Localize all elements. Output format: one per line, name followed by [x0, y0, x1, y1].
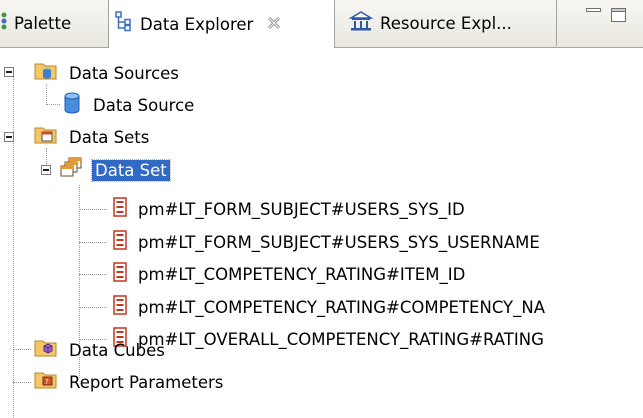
tab-label: Data Explorer [140, 14, 254, 34]
tree-item-data-source[interactable]: Data Source [62, 89, 197, 121]
tree-item-column[interactable]: pm#LT_COMPETENCY_RATING#ITEM_ID [113, 258, 468, 290]
resource-explorer-icon [348, 10, 374, 36]
collapse-toggle-data-set[interactable] [41, 165, 51, 175]
collapse-toggle-data-sources[interactable] [4, 67, 14, 77]
tree-connector [79, 209, 107, 210]
folder-data-sets-icon [34, 125, 58, 149]
tree-connector [13, 349, 31, 350]
tree-connector [13, 382, 31, 383]
folder-data-cubes-icon [34, 338, 58, 362]
database-icon [62, 92, 82, 118]
column-icon [113, 197, 127, 221]
tree-connector [13, 72, 14, 418]
column-icon [113, 262, 127, 286]
tree-item-label: Report Parameters [69, 372, 224, 392]
close-tab-icon[interactable] [267, 15, 281, 34]
tree-item-label: pm#LT_FORM_SUBJECT#USERS_SYS_ID [138, 199, 465, 219]
tree-item-column[interactable]: pm#LT_FORM_SUBJECT#USERS_SYS_USERNAME [113, 226, 543, 258]
tab-palette[interactable]: Palette [0, 0, 104, 46]
tree-connector [79, 242, 107, 243]
tree-connector [46, 104, 60, 105]
tree-item-column[interactable]: pm#LT_OVERALL_COMPETENCY_RATING#RATING [113, 323, 547, 355]
tree-item-label: Data Sets [69, 127, 150, 147]
tree-connector [79, 307, 107, 308]
folder-report-parameters-icon: ? [34, 370, 58, 394]
maximize-view-button[interactable] [610, 6, 628, 28]
folder-data-sources-icon [34, 61, 58, 85]
tab-resource-explorer[interactable]: Resource Expl... [339, 0, 557, 46]
tree-item-data-cubes[interactable]: Data Cubes [34, 334, 168, 366]
tree-item-label: Data Sources [69, 63, 179, 83]
palette-icon [0, 12, 10, 34]
column-icon [113, 230, 127, 254]
tree-connector [79, 274, 107, 275]
tab-label: Palette [14, 13, 72, 33]
tree-item-data-sets[interactable]: Data Sets [34, 121, 152, 153]
tree-item-data-sources[interactable]: Data Sources [34, 57, 182, 89]
data-explorer-tree: Data Sources Data Source Data Sets Data … [0, 48, 643, 418]
tree-item-label: pm#LT_FORM_SUBJECT#USERS_SYS_USERNAME [138, 232, 540, 252]
view-tab-bar: Palette Data Explorer Resource Expl... [0, 0, 643, 48]
tree-item-report-parameters[interactable]: ? Report Parameters [34, 366, 226, 398]
tree-item-label: Data Cubes [69, 340, 165, 360]
tab-data-explorer[interactable]: Data Explorer [108, 0, 335, 48]
data-set-icon [60, 157, 84, 183]
tree-item-label: pm#LT_COMPETENCY_RATING#ITEM_ID [138, 264, 466, 284]
tree-item-column[interactable]: pm#LT_FORM_SUBJECT#USERS_SYS_ID [113, 193, 468, 225]
tree-item-data-set[interactable]: Data Set [60, 154, 171, 186]
collapse-toggle-data-sets[interactable] [4, 132, 14, 142]
tree-item-label: pm#LT_OVERALL_COMPETENCY_RATING#RATING [138, 329, 544, 349]
column-icon [113, 295, 127, 319]
tree-item-label: Data Source [93, 95, 195, 115]
tab-label: Resource Expl... [380, 13, 512, 33]
tree-item-label: pm#LT_COMPETENCY_RATING#COMPETENCY_NA [138, 297, 546, 317]
minimize-view-button[interactable] [585, 6, 603, 28]
tree-item-label: Data Set [91, 158, 171, 182]
tree-item-column[interactable]: pm#LT_COMPETENCY_RATING#COMPETENCY_NA [113, 291, 548, 323]
svg-text:?: ? [45, 378, 49, 386]
data-explorer-icon [115, 11, 133, 37]
